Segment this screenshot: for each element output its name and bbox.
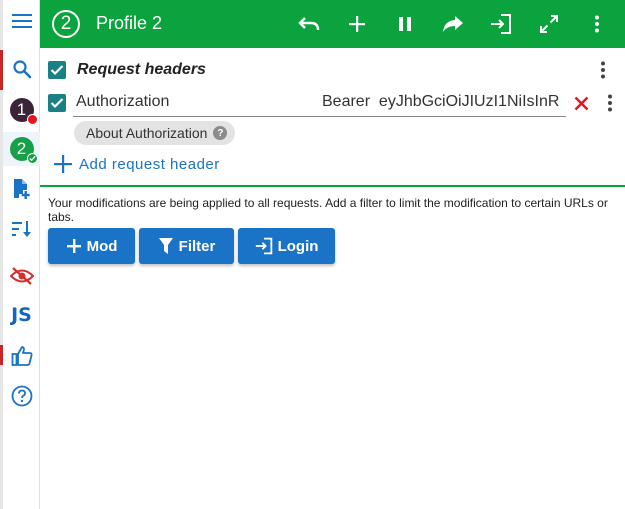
- add-icon: [66, 239, 81, 253]
- menu-icon: [11, 14, 32, 28]
- info-message: Your modifications are being applied to …: [48, 196, 608, 224]
- add-icon: [54, 155, 72, 173]
- sort-button[interactable]: [3, 212, 40, 246]
- menu-button[interactable]: [3, 4, 40, 38]
- check-icon: [50, 98, 64, 109]
- profile-number-badge: 2: [52, 10, 80, 38]
- more-vert-icon: [595, 15, 599, 33]
- login-label: Login: [277, 237, 319, 255]
- profile-title[interactable]: Profile 2: [96, 13, 162, 34]
- sort-icon: [11, 221, 31, 237]
- eye-off-icon: [9, 267, 34, 285]
- sidebar-item-profile-1[interactable]: 1: [3, 93, 40, 127]
- app-root: 1 2 JS 2 Profile 2 Request headers Autho…: [0, 0, 625, 509]
- profile-header-bar: 2 Profile 2: [40, 0, 625, 48]
- profile-1-number: 1: [16, 100, 27, 119]
- add-filter-button[interactable]: Filter: [139, 228, 234, 264]
- close-icon: [574, 96, 588, 110]
- profile-1-badge: 1: [9, 98, 38, 125]
- add-file-button[interactable]: [3, 172, 40, 206]
- help-icon: [11, 385, 32, 407]
- section-menu-button[interactable]: [593, 60, 613, 80]
- help-icon: ?: [213, 126, 228, 140]
- fullscreen-icon: [540, 15, 558, 33]
- status-dot: [26, 114, 38, 125]
- search-button[interactable]: [3, 52, 40, 86]
- request-headers-checkbox[interactable]: [48, 61, 66, 79]
- undo-button[interactable]: [296, 11, 322, 37]
- sidebar: 1 2 JS: [3, 0, 40, 509]
- help-button[interactable]: [3, 379, 40, 413]
- thumbs-up-icon: [11, 346, 32, 366]
- more-vert-icon: [608, 94, 612, 112]
- undo-icon: [298, 17, 320, 31]
- field-underline: [73, 116, 566, 117]
- js-icon: JS: [11, 304, 32, 326]
- js-button[interactable]: JS: [3, 298, 40, 332]
- login-button[interactable]: Login: [238, 228, 335, 264]
- add-button[interactable]: [344, 11, 370, 37]
- login-icon: [491, 14, 511, 34]
- redo-icon: [443, 16, 463, 32]
- more-vert-icon: [601, 61, 605, 79]
- add-filter-label: Filter: [178, 237, 216, 255]
- profile-2-number: 2: [16, 139, 27, 158]
- login-icon: [255, 237, 272, 255]
- fullscreen-button[interactable]: [536, 11, 562, 37]
- share-button[interactable]: [440, 11, 466, 37]
- profile-number: 2: [60, 13, 72, 34]
- more-options-button[interactable]: [584, 11, 610, 37]
- add-icon: [349, 16, 365, 32]
- profile-2-badge: 2: [9, 137, 38, 164]
- sidebar-item-profile-2[interactable]: 2: [3, 132, 40, 166]
- header-enabled-checkbox[interactable]: [48, 94, 66, 112]
- status-dot: [26, 153, 38, 164]
- pause-button[interactable]: [392, 11, 418, 37]
- request-headers-section: Request headers Authorization Bearer eyJ…: [40, 48, 625, 187]
- feedback-button[interactable]: [3, 339, 40, 373]
- filter-icon: [158, 238, 173, 254]
- pause-icon: [399, 17, 411, 31]
- header-row-menu-button[interactable]: [600, 93, 620, 113]
- add-request-header-label: Add request header: [79, 155, 220, 173]
- chip-label: About Authorization: [86, 125, 208, 141]
- add-mod-label: Mod: [86, 237, 118, 255]
- header-value-field[interactable]: Bearer eyJhbGciOiJIUzI1NiIsInR: [322, 93, 565, 111]
- header-name-field[interactable]: Authorization: [76, 93, 169, 111]
- section-title: Request headers: [77, 61, 206, 78]
- search-icon: [12, 60, 31, 79]
- add-file-icon: [13, 179, 30, 199]
- add-mod-button[interactable]: Mod: [48, 228, 135, 264]
- hide-button[interactable]: [3, 259, 40, 293]
- import-button[interactable]: [488, 11, 514, 37]
- check-icon: [50, 65, 64, 76]
- delete-header-button[interactable]: [571, 93, 591, 113]
- about-authorization-chip[interactable]: About Authorization ?: [74, 121, 236, 145]
- add-request-header-button[interactable]: Add request header: [53, 153, 220, 175]
- check-icon: [28, 155, 36, 162]
